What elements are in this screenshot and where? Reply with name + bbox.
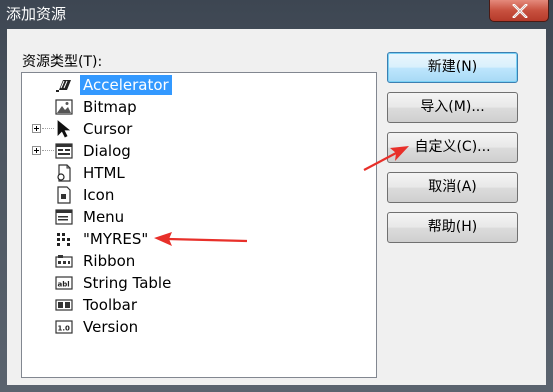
toolbar-icon xyxy=(55,296,73,314)
title-bar[interactable]: 添加资源 xyxy=(0,0,553,28)
tree-item-label: Cursor xyxy=(83,120,133,138)
close-icon xyxy=(512,4,528,18)
svg-text:1.0: 1.0 xyxy=(58,325,71,333)
resource-type-tree[interactable]: Accelerator Bitmap Cursor Dialog HTML Ic… xyxy=(21,72,377,378)
cursor-icon xyxy=(55,120,73,138)
tree-connector xyxy=(42,150,54,152)
tree-item-string-table[interactable]: abl String Table xyxy=(22,272,362,294)
tree-item-icon[interactable]: Icon xyxy=(22,184,362,206)
tree-item-cursor[interactable]: Cursor xyxy=(22,118,362,140)
tree-item-label: Version xyxy=(83,318,139,336)
tree-item-label: Menu xyxy=(83,208,125,226)
ribbon-icon xyxy=(55,252,73,270)
import-button[interactable]: 导入(M)... xyxy=(387,92,518,123)
bitmap-icon xyxy=(55,98,73,116)
tree-item-toolbar[interactable]: Toolbar xyxy=(22,294,362,316)
tree-item-label: Toolbar xyxy=(83,296,138,314)
tree-item-label: Accelerator xyxy=(80,75,172,95)
accelerator-icon xyxy=(55,76,73,94)
custom-resource-icon xyxy=(55,230,73,248)
dialog-icon xyxy=(55,142,73,160)
dialog-client-area: 资源类型(T): Accelerator Bitmap Cursor Dialo… xyxy=(7,29,546,385)
menu-icon xyxy=(55,208,73,226)
tree-item-label: Ribbon xyxy=(83,252,136,270)
tree-item-label: Bitmap xyxy=(83,98,137,116)
new-button[interactable]: 新建(N) xyxy=(387,52,518,83)
close-button[interactable] xyxy=(489,0,549,22)
annotation-arrow-myres xyxy=(154,232,248,246)
tree-item-label: HTML xyxy=(83,164,125,182)
tree-item-ribbon[interactable]: Ribbon xyxy=(22,250,362,272)
tree-item-accelerator[interactable]: Accelerator xyxy=(22,74,362,96)
help-button[interactable]: 帮助(H) xyxy=(387,212,518,243)
expand-toggle[interactable] xyxy=(32,146,41,155)
tree-item-label: Dialog xyxy=(83,142,131,160)
tree-connector xyxy=(42,128,54,130)
tree-item-label: String Table xyxy=(83,274,172,292)
tree-item-bitmap[interactable]: Bitmap xyxy=(22,96,362,118)
window-title: 添加资源 xyxy=(6,5,67,23)
version-icon: 1.0 xyxy=(55,318,73,336)
tree-item-dialog[interactable]: Dialog xyxy=(22,140,362,162)
tree-item-label: "MYRES" xyxy=(83,230,149,248)
string-table-icon: abl xyxy=(55,274,73,292)
icon-resource-icon xyxy=(55,186,73,204)
tree-item-html[interactable]: HTML xyxy=(22,162,362,184)
tree-item-menu[interactable]: Menu xyxy=(22,206,362,228)
cancel-button[interactable]: 取消(A) xyxy=(387,172,518,203)
tree-item-version[interactable]: 1.0 Version xyxy=(22,316,362,338)
svg-text:abl: abl xyxy=(58,281,70,289)
expand-toggle[interactable] xyxy=(32,124,41,133)
html-icon xyxy=(55,164,73,182)
add-resource-dialog: 添加资源 资源类型(T): Accelerator Bitmap Cursor … xyxy=(0,0,553,392)
resource-type-label: 资源类型(T): xyxy=(22,54,103,70)
tree-item-label: Icon xyxy=(83,186,115,204)
annotation-arrow-custom xyxy=(363,146,409,171)
